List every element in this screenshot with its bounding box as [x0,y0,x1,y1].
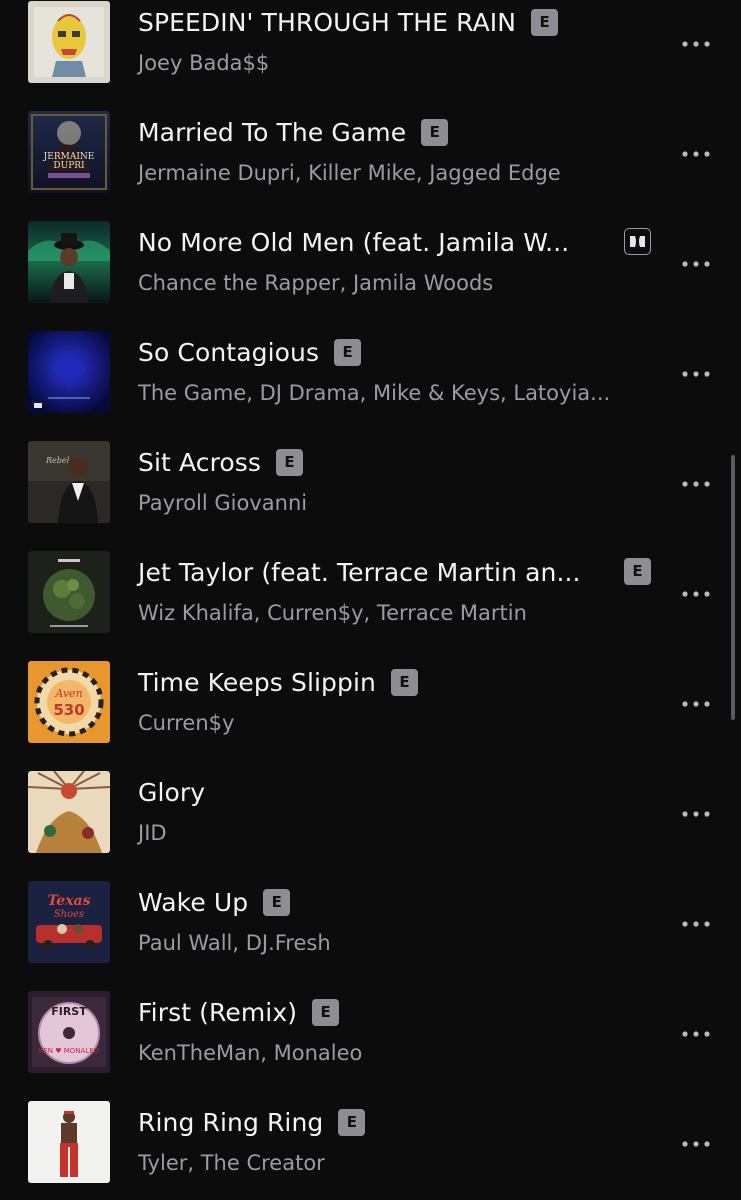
album-art: FIRST KEN ♥ MONALEO [28,991,110,1073]
more-options-button[interactable] [681,39,711,49]
dolby-atmos-icon [624,228,651,255]
track-artist: Jermaine Dupri, Killer Mike, Jagged Edge [138,161,561,185]
explicit-badge: E [312,998,340,1026]
more-horizontal-icon [682,481,710,487]
album-art [28,331,110,413]
explicit-badge: E [624,558,651,585]
album-art [28,1101,110,1183]
track-title: Ring Ring Ring [138,1107,324,1137]
explicit-badge: E [276,448,304,476]
track-artist: Tyler, The Creator [138,1151,325,1175]
track-row[interactable]: Rebel Sit Across E Payroll Giovanni [0,417,741,527]
track-artist: Wiz Khalifa, Curren$y, Terrace Martin [138,601,527,625]
album-art: Aven 530 [28,661,110,743]
more-options-button[interactable] [681,699,711,709]
album-art [28,551,110,633]
more-options-button[interactable] [681,1029,711,1039]
explicit-badge: E [421,118,449,146]
track-title: Jet Taylor (feat. Terrace Martin an... [138,557,581,587]
track-title-line: So Contagious E [138,335,362,369]
album-art: Rebel [28,441,110,523]
more-options-button[interactable] [681,479,711,489]
track-title: So Contagious [138,337,320,367]
more-horizontal-icon [682,261,710,267]
more-horizontal-icon [682,701,710,707]
album-art [28,221,110,303]
explicit-badge: E [531,8,559,36]
track-artist: The Game, DJ Drama, Mike & Keys, Latoyia… [138,381,611,405]
explicit-badge: E [390,668,418,696]
more-horizontal-icon [682,41,710,47]
track-row[interactable]: No More Old Men (feat. Jamila W... Chanc… [0,197,741,307]
track-title-line: Sit Across E [138,445,304,479]
svg-text:530: 530 [53,701,84,719]
more-options-button[interactable] [681,259,711,269]
track-title-line: Time Keeps Slippin E [138,665,418,699]
track-title: Glory [138,777,206,807]
more-options-button[interactable] [681,149,711,159]
track-title: First (Remix) [138,997,298,1027]
track-artist: Paul Wall, DJ.Fresh [138,931,331,955]
more-options-button[interactable] [681,589,711,599]
svg-text:Rebel: Rebel [45,456,70,465]
track-title-line: Ring Ring Ring E [138,1105,366,1139]
album-art [28,1,110,83]
track-artist: Payroll Giovanni [138,491,308,515]
track-title-line: SPEEDIN' THROUGH THE RAIN E [138,5,559,39]
album-art: Texas Shoes [28,881,110,963]
svg-text:DUPRI: DUPRI [53,161,85,171]
track-artist: Joey Bada$$ [138,51,270,75]
more-horizontal-icon [682,1031,710,1037]
track-title: Time Keeps Slippin [138,667,376,697]
more-horizontal-icon [682,1141,710,1147]
more-horizontal-icon [682,811,710,817]
more-options-button[interactable] [681,1139,711,1149]
track-title: Sit Across [138,447,262,477]
track-artist: JID [138,821,167,845]
more-horizontal-icon [682,151,710,157]
track-list: SPEEDIN' THROUGH THE RAIN E Joey Bada$$ … [0,0,741,1187]
svg-text:Texas: Texas [47,893,90,909]
svg-text:KEN ♥ MONALEO: KEN ♥ MONALEO [39,1047,100,1055]
more-options-button[interactable] [681,369,711,379]
track-title: SPEEDIN' THROUGH THE RAIN [138,7,517,37]
more-horizontal-icon [682,371,710,377]
more-options-button[interactable] [681,919,711,929]
track-artist: KenTheMan, Monaleo [138,1041,363,1065]
track-row[interactable]: So Contagious E The Game, DJ Drama, Mike… [0,307,741,417]
album-art [28,771,110,853]
track-title: No More Old Men (feat. Jamila W... [138,227,570,257]
track-row[interactable]: Glory JID [0,747,741,857]
track-row[interactable]: SPEEDIN' THROUGH THE RAIN E Joey Bada$$ [0,0,741,87]
album-art: JERMAINE DUPRI [28,111,110,193]
track-row[interactable]: Texas Shoes Wake Up E Paul Wall, DJ.Fresh [0,857,741,967]
track-title-line: Glory [138,775,205,809]
track-title: Wake Up [138,887,249,917]
more-horizontal-icon [682,921,710,927]
more-horizontal-icon [682,591,710,597]
track-title-line: Jet Taylor (feat. Terrace Martin an... [138,555,581,589]
svg-text:FIRST: FIRST [51,1005,87,1018]
track-list-screen: SPEEDIN' THROUGH THE RAIN E Joey Bada$$ … [0,0,741,1200]
track-title: Married To The Game [138,117,407,147]
svg-text:Aven: Aven [54,687,82,700]
more-options-button[interactable] [681,809,711,819]
track-row[interactable]: Aven 530 Time Keeps Slippin E Curren$y [0,637,741,747]
track-title-line: Wake Up E [138,885,291,919]
track-row[interactable]: Jet Taylor (feat. Terrace Martin an... E… [0,527,741,637]
track-artist: Curren$y [138,711,235,735]
track-artist: Chance the Rapper, Jamila Woods [138,271,494,295]
svg-text:Shoes: Shoes [54,909,84,920]
track-row[interactable]: JERMAINE DUPRI Married To The Game E Jerm… [0,87,741,197]
explicit-badge: E [263,888,291,916]
explicit-badge: E [334,338,362,366]
explicit-badge: E [338,1108,366,1136]
track-row[interactable]: Ring Ring Ring E Tyler, The Creator [0,1077,741,1187]
scrollbar[interactable] [731,455,735,720]
track-title-line: Married To The Game E [138,115,449,149]
track-title-line: No More Old Men (feat. Jamila W... [138,225,569,259]
track-row[interactable]: FIRST KEN ♥ MONALEO First (Remix) E KenTh… [0,967,741,1077]
track-title-line: First (Remix) E [138,995,340,1029]
